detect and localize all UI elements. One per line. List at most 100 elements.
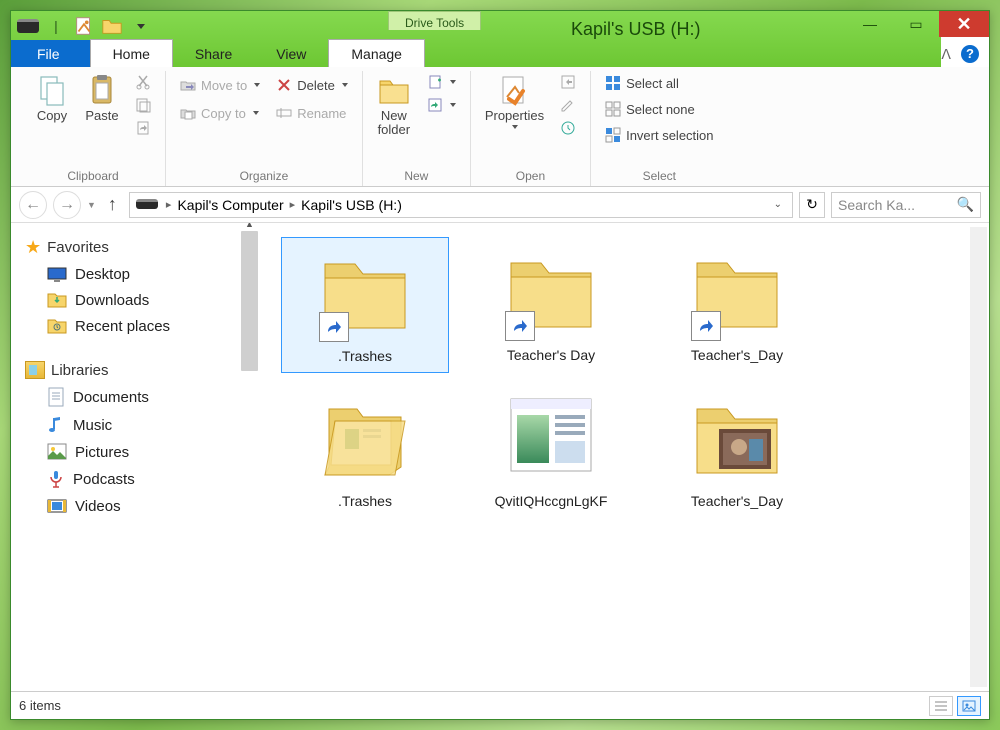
qat-separator-icon: |	[45, 15, 67, 37]
back-button[interactable]: ←	[19, 191, 47, 219]
podcast-icon	[47, 469, 65, 489]
picture-icon	[47, 443, 67, 461]
sidebar-item-desktop[interactable]: Desktop	[25, 262, 258, 287]
select-all-button[interactable]: Select all	[601, 73, 717, 93]
ribbon: Copy Paste Clipboard Move to Copy to	[11, 67, 989, 187]
close-button[interactable]: ✕	[939, 11, 989, 37]
search-box[interactable]: Search Ka... 🔍	[831, 192, 981, 218]
copy-button[interactable]: Copy	[29, 71, 75, 125]
ribbon-group-open: Properties Open	[471, 71, 591, 186]
sidebar-item-music[interactable]: Music	[25, 411, 258, 439]
sidebar-libraries[interactable]: Libraries	[25, 357, 258, 383]
sidebar-item-recent[interactable]: Recent places	[25, 313, 258, 339]
window-controls: — ▭ ✕	[847, 11, 989, 37]
paste-button[interactable]: Paste	[79, 71, 125, 125]
body-area: ▲ ★Favorites Desktop Downloads Recent pl…	[11, 223, 989, 691]
properties-qat-button[interactable]	[73, 15, 95, 37]
chevron-right-icon[interactable]: ▸	[288, 198, 298, 211]
file-item[interactable]: .Trashes	[281, 237, 449, 373]
ribbon-group-organize: Move to Copy to Delete Rename Organize	[166, 71, 363, 186]
document-preview-icon	[503, 391, 599, 487]
copy-path-button[interactable]	[131, 95, 155, 115]
open-with-button[interactable]	[556, 72, 580, 92]
file-item[interactable]: Teacher's_Day	[653, 383, 821, 517]
title-bar: | Drive Tools Kapil's USB (H:) — ▭ ✕ Fil…	[11, 11, 989, 67]
select-none-button[interactable]: Select none	[601, 99, 717, 119]
chevron-right-icon[interactable]: ▸	[164, 198, 174, 211]
video-icon	[47, 497, 67, 515]
content-scrollbar[interactable]	[970, 227, 987, 687]
history-dropdown[interactable]: ▼	[87, 200, 96, 210]
thumbnails-view-button[interactable]	[957, 696, 981, 716]
tab-home[interactable]: Home	[90, 39, 173, 67]
minimize-button[interactable]: —	[847, 11, 893, 37]
sidebar-item-downloads[interactable]: Downloads	[25, 287, 258, 313]
libraries-icon	[25, 361, 45, 379]
star-icon: ★	[25, 237, 41, 258]
file-item[interactable]: .Trashes	[281, 383, 449, 517]
paste-shortcut-button[interactable]	[131, 118, 155, 138]
shortcut-arrow-icon	[319, 312, 349, 342]
new-folder-qat-button[interactable]	[101, 15, 123, 37]
tab-share[interactable]: Share	[173, 40, 254, 67]
properties-button[interactable]: Properties	[479, 71, 550, 131]
help-button[interactable]: ?	[961, 45, 979, 63]
file-item[interactable]: Teacher's_Day	[653, 237, 821, 373]
document-icon	[47, 387, 65, 407]
folder-icon	[47, 291, 67, 309]
easy-access-button[interactable]	[423, 95, 460, 115]
drive-icon[interactable]	[17, 15, 39, 37]
status-bar: 6 items	[11, 691, 989, 719]
folder-photos-icon	[689, 391, 785, 487]
history-button[interactable]	[556, 118, 580, 138]
copy-to-button[interactable]: Copy to	[176, 103, 264, 123]
breadcrumb-drive[interactable]: Kapil's USB (H:)	[301, 197, 402, 213]
sidebar-item-documents[interactable]: Documents	[25, 383, 258, 411]
new-folder-button[interactable]: New folder	[371, 71, 417, 139]
music-icon	[47, 415, 65, 435]
search-placeholder: Search Ka...	[838, 197, 915, 213]
forward-button[interactable]: →	[53, 191, 81, 219]
monitor-icon	[47, 267, 67, 283]
details-view-button[interactable]	[929, 696, 953, 716]
sidebar-item-videos[interactable]: Videos	[25, 493, 258, 519]
qat-dropdown[interactable]	[129, 15, 151, 37]
tab-manage[interactable]: Manage	[328, 39, 425, 67]
file-list[interactable]: .Trashes Teacher's Day Teacher's_Day .Tr…	[261, 223, 989, 691]
folder-open-icon	[317, 391, 413, 487]
breadcrumb-computer[interactable]: Kapil's Computer	[177, 197, 283, 213]
edit-button[interactable]	[556, 95, 580, 115]
address-bar[interactable]: ▸ Kapil's Computer ▸ Kapil's USB (H:) ⌄	[129, 192, 793, 218]
maximize-button[interactable]: ▭	[893, 11, 939, 37]
address-dropdown[interactable]: ⌄	[774, 199, 782, 210]
scroll-up-icon[interactable]: ▲	[241, 223, 258, 231]
refresh-button[interactable]: ↻	[799, 192, 825, 218]
file-item[interactable]: Teacher's Day	[467, 237, 635, 373]
explorer-window: | Drive Tools Kapil's USB (H:) — ▭ ✕ Fil…	[10, 10, 990, 720]
ribbon-group-clipboard: Copy Paste Clipboard	[21, 71, 166, 186]
new-item-button[interactable]	[423, 72, 460, 92]
item-count: 6 items	[19, 698, 61, 713]
search-icon: 🔍	[957, 196, 974, 213]
drive-tools-contextual-tab: Drive Tools	[388, 11, 481, 30]
sidebar-item-pictures[interactable]: Pictures	[25, 439, 258, 465]
rename-button[interactable]: Rename	[272, 103, 352, 123]
navigation-pane[interactable]: ▲ ★Favorites Desktop Downloads Recent pl…	[11, 223, 261, 691]
ribbon-group-new: New folder New	[363, 71, 471, 186]
invert-selection-button[interactable]: Invert selection	[601, 125, 717, 145]
delete-button[interactable]: Delete	[272, 75, 352, 95]
up-button[interactable]: ↑	[102, 194, 123, 215]
sidebar-item-podcasts[interactable]: Podcasts	[25, 465, 258, 493]
sidebar-favorites[interactable]: ★Favorites	[25, 233, 258, 262]
tab-view[interactable]: View	[254, 40, 328, 67]
drive-icon	[136, 199, 158, 211]
tab-file[interactable]: File	[11, 40, 90, 67]
shortcut-arrow-icon	[691, 311, 721, 341]
ribbon-tabs: File Home Share View Manage ᐱ ?	[11, 37, 989, 67]
folder-icon	[47, 317, 67, 335]
collapse-ribbon-button[interactable]: ᐱ	[941, 46, 951, 63]
file-item[interactable]: QvitIQHccgnLgKF	[467, 383, 635, 517]
cut-button[interactable]	[131, 72, 155, 92]
sidebar-scrollbar[interactable]	[241, 231, 258, 371]
move-to-button[interactable]: Move to	[176, 75, 264, 95]
